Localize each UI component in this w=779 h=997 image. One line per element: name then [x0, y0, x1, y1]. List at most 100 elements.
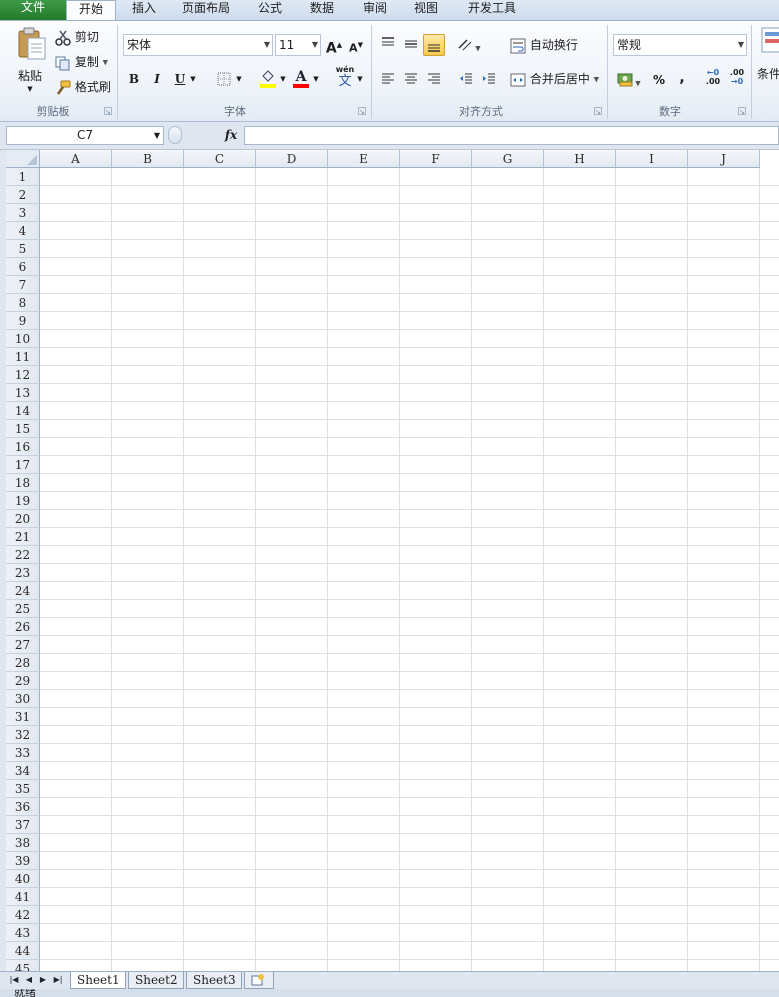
- accounting-format-button[interactable]: ▼: [614, 69, 644, 89]
- row-header[interactable]: 35: [6, 780, 40, 798]
- tab-data[interactable]: 数据: [302, 0, 342, 20]
- bold-button[interactable]: B: [124, 69, 144, 89]
- decrease-decimal-button[interactable]: .00 →0: [726, 68, 748, 88]
- insert-function-button[interactable]: fx: [222, 126, 240, 145]
- row-header[interactable]: 37: [6, 816, 40, 834]
- number-format-combo[interactable]: 常规 ▼: [613, 34, 747, 56]
- row-header[interactable]: 26: [6, 618, 40, 636]
- prev-sheet-button[interactable]: ◀: [23, 974, 35, 986]
- select-all-button[interactable]: [6, 150, 40, 168]
- row-header[interactable]: 30: [6, 690, 40, 708]
- tab-developer[interactable]: 开发工具: [460, 0, 524, 20]
- fill-color-button[interactable]: [258, 69, 278, 89]
- next-sheet-button[interactable]: ▶: [37, 974, 49, 986]
- tab-home[interactable]: 开始: [66, 0, 116, 21]
- row-header[interactable]: 12: [6, 366, 40, 384]
- row-header[interactable]: 25: [6, 600, 40, 618]
- row-header[interactable]: 21: [6, 528, 40, 546]
- row-header[interactable]: 17: [6, 456, 40, 474]
- clipboard-launcher-icon[interactable]: ↘: [104, 107, 112, 116]
- align-top-button[interactable]: [378, 34, 398, 54]
- first-sheet-button[interactable]: |◀: [8, 974, 20, 986]
- column-header[interactable]: H: [544, 150, 616, 168]
- underline-button[interactable]: U: [170, 69, 190, 89]
- increase-indent-button[interactable]: [479, 69, 499, 89]
- row-header[interactable]: 11: [6, 348, 40, 366]
- row-header[interactable]: 20: [6, 510, 40, 528]
- borders-button[interactable]: [214, 69, 234, 89]
- column-header[interactable]: I: [616, 150, 688, 168]
- row-header[interactable]: 19: [6, 492, 40, 510]
- underline-dropdown-icon[interactable]: ▼: [188, 69, 198, 89]
- row-header[interactable]: 40: [6, 870, 40, 888]
- borders-dropdown-icon[interactable]: ▼: [234, 69, 244, 89]
- row-header[interactable]: 38: [6, 834, 40, 852]
- row-header[interactable]: 6: [6, 258, 40, 276]
- column-header[interactable]: J: [688, 150, 760, 168]
- row-header[interactable]: 36: [6, 798, 40, 816]
- row-header[interactable]: 33: [6, 744, 40, 762]
- row-header[interactable]: 23: [6, 564, 40, 582]
- row-header[interactable]: 43: [6, 924, 40, 942]
- tab-insert[interactable]: 插入: [124, 0, 164, 20]
- shrink-font-button[interactable]: A▼: [346, 35, 366, 55]
- row-header[interactable]: 24: [6, 582, 40, 600]
- row-header[interactable]: 27: [6, 636, 40, 654]
- align-middle-button[interactable]: [401, 34, 421, 54]
- row-header[interactable]: 15: [6, 420, 40, 438]
- row-header[interactable]: 10: [6, 330, 40, 348]
- tab-page-layout[interactable]: 页面布局: [172, 0, 240, 20]
- column-header[interactable]: B: [112, 150, 184, 168]
- row-header[interactable]: 4: [6, 222, 40, 240]
- row-header[interactable]: 1: [6, 168, 40, 186]
- cell-area[interactable]: [40, 168, 779, 971]
- font-color-button[interactable]: A: [291, 67, 311, 88]
- format-painter-button[interactable]: 格式刷: [55, 77, 111, 97]
- name-box[interactable]: C7 ▼: [6, 126, 164, 145]
- column-header[interactable]: D: [256, 150, 328, 168]
- row-header[interactable]: 45: [6, 960, 40, 971]
- fill-color-dropdown-icon[interactable]: ▼: [278, 69, 288, 89]
- column-header[interactable]: E: [328, 150, 400, 168]
- font-color-dropdown-icon[interactable]: ▼: [311, 69, 321, 89]
- row-header[interactable]: 34: [6, 762, 40, 780]
- tab-review[interactable]: 审阅: [355, 0, 395, 20]
- row-header[interactable]: 44: [6, 942, 40, 960]
- row-header[interactable]: 9: [6, 312, 40, 330]
- row-header[interactable]: 5: [6, 240, 40, 258]
- sheet-tab[interactable]: Sheet1: [70, 972, 126, 989]
- sheet-tab[interactable]: Sheet2: [128, 972, 184, 989]
- row-header[interactable]: 22: [6, 546, 40, 564]
- increase-decimal-button[interactable]: ←0 .00: [702, 68, 724, 88]
- last-sheet-button[interactable]: ▶|: [52, 974, 64, 986]
- comma-style-button[interactable]: ,: [672, 68, 692, 88]
- decrease-indent-button[interactable]: [456, 69, 476, 89]
- italic-button[interactable]: I: [147, 69, 167, 89]
- row-header[interactable]: 14: [6, 402, 40, 420]
- row-header[interactable]: 31: [6, 708, 40, 726]
- insert-sheet-button[interactable]: [244, 972, 274, 989]
- tab-formulas[interactable]: 公式: [250, 0, 290, 20]
- paste-button[interactable]: 粘贴 ▼: [8, 25, 52, 101]
- column-header[interactable]: F: [400, 150, 472, 168]
- copy-button[interactable]: 复制 ▼: [55, 52, 108, 72]
- row-header[interactable]: 41: [6, 888, 40, 906]
- cut-button[interactable]: 剪切: [55, 27, 99, 47]
- phonetic-guide-button[interactable]: wén 文: [334, 65, 356, 91]
- sheet-tab[interactable]: Sheet3: [186, 972, 242, 989]
- row-header[interactable]: 2: [6, 186, 40, 204]
- alignment-launcher-icon[interactable]: ↘: [594, 107, 602, 116]
- column-header[interactable]: G: [472, 150, 544, 168]
- row-header[interactable]: 7: [6, 276, 40, 294]
- row-header[interactable]: 13: [6, 384, 40, 402]
- column-header[interactable]: A: [40, 150, 112, 168]
- number-launcher-icon[interactable]: ↘: [738, 107, 746, 116]
- formula-bar-grip-icon[interactable]: [168, 126, 182, 144]
- tab-view[interactable]: 视图: [406, 0, 446, 20]
- row-header[interactable]: 8: [6, 294, 40, 312]
- percent-style-button[interactable]: %: [649, 70, 669, 90]
- row-header[interactable]: 29: [6, 672, 40, 690]
- align-center-button[interactable]: [401, 69, 421, 89]
- align-bottom-button[interactable]: [423, 34, 445, 56]
- formula-input[interactable]: [244, 126, 779, 145]
